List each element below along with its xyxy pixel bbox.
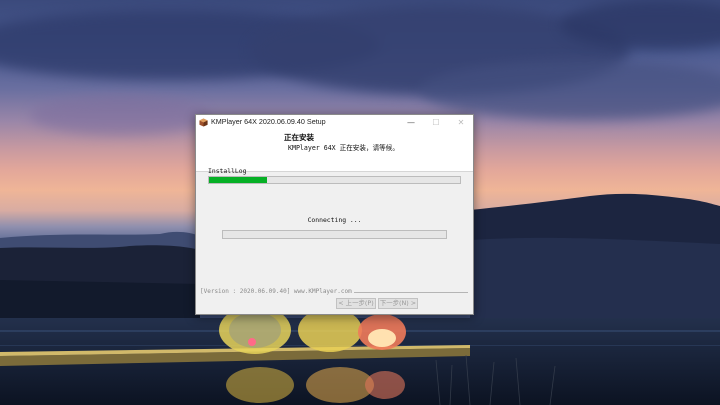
page-subtitle: KMPlayer 64X 正在安装，请等候。 <box>288 144 399 152</box>
version-info: [Version : 2020.06.09.40] www.KMPlayer.c… <box>200 288 352 295</box>
back-button[interactable]: < 上一步(P) <box>336 298 376 309</box>
window-title: KMPlayer 64X 2020.06.09.40 Setup <box>211 117 326 126</box>
close-button[interactable]: ✕ <box>451 116 471 129</box>
footer-divider <box>354 292 468 293</box>
maximize-button[interactable]: ☐ <box>426 116 446 129</box>
main-progress-bar <box>208 176 461 184</box>
kmplayer-cube-icon <box>199 118 208 127</box>
title-bar[interactable]: KMPlayer 64X 2020.06.09.40 Setup — ☐ ✕ <box>196 115 473 130</box>
install-log-label: InstallLog <box>208 167 247 175</box>
page-header: 正在安装 KMPlayer 64X 正在安装，请等候。 <box>196 130 473 172</box>
status-text: Connecting ... <box>307 216 362 224</box>
main-progress-fill <box>209 177 267 183</box>
minimize-button[interactable]: — <box>401 116 421 129</box>
download-progress-bar <box>222 230 447 239</box>
next-button[interactable]: 下一步(N) > <box>378 298 418 309</box>
installer-window: KMPlayer 64X 2020.06.09.40 Setup — ☐ ✕ 正… <box>195 114 474 315</box>
